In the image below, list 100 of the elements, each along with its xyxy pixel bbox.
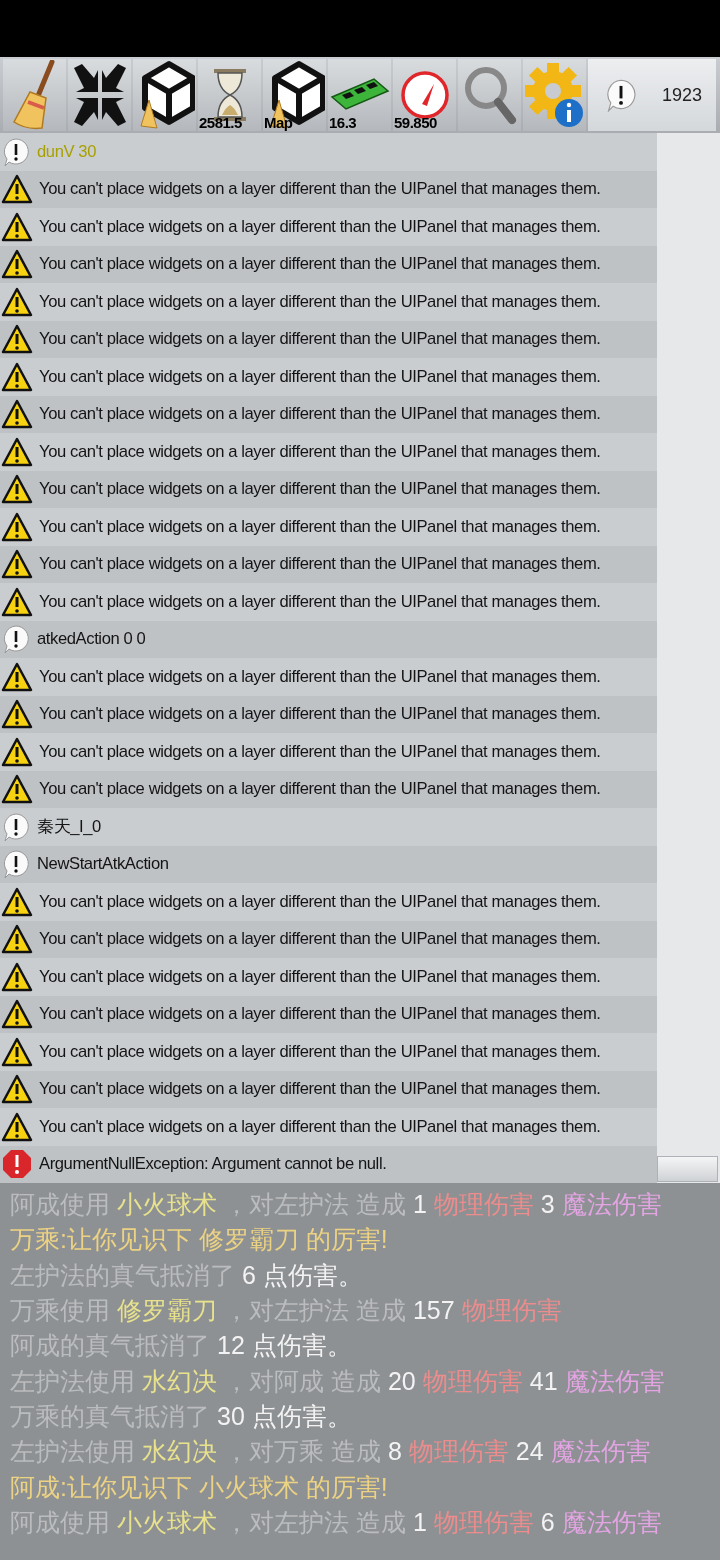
battle-log-text: 阿成:让你见识下 小火球术 的厉害! bbox=[10, 1471, 388, 1503]
battle-log-text: 41 bbox=[529, 1366, 558, 1396]
log-entry[interactable]: You can't place widgets on a layer different than the UIPanel that manages them. bbox=[0, 658, 657, 696]
message-count-button[interactable]: 1923 bbox=[588, 59, 716, 131]
log-message: 秦天_I_0 bbox=[37, 815, 101, 838]
battle-log-text: 万乘:让你见识下 修罗霸刀 的厉害! bbox=[10, 1224, 388, 1256]
log-message: You can't place widgets on a layer different than the UIPanel that manages them. bbox=[39, 254, 601, 275]
log-entry[interactable]: You can't place widgets on a layer different than the UIPanel that manages them. bbox=[0, 395, 657, 433]
warning-icon bbox=[1, 999, 33, 1030]
log-message: You can't place widgets on a layer different than the UIPanel that manages them. bbox=[39, 479, 601, 500]
battle-log-text: 30 点伤害。 bbox=[217, 1400, 352, 1432]
log-entry[interactable]: You can't place widgets on a layer different than the UIPanel that manages them. bbox=[0, 1033, 657, 1071]
settings-icon bbox=[524, 61, 585, 129]
info-bubble-icon bbox=[1, 849, 31, 880]
battle-log-text: 20 bbox=[387, 1366, 416, 1396]
log-message: You can't place widgets on a layer different than the UIPanel that manages them. bbox=[39, 591, 601, 612]
warning-icon bbox=[1, 286, 33, 317]
log-message: You can't place widgets on a layer different than the UIPanel that manages them. bbox=[39, 441, 601, 462]
log-entry[interactable]: You can't place widgets on a layer different than the UIPanel that manages them. bbox=[0, 170, 657, 208]
battle-log-text: 1 bbox=[412, 1190, 427, 1220]
log-entry[interactable]: You can't place widgets on a layer different than the UIPanel that manages them. bbox=[0, 1108, 657, 1146]
warning-icon bbox=[1, 211, 33, 242]
log-entry[interactable]: You can't place widgets on a layer different than the UIPanel that manages them. bbox=[0, 770, 657, 808]
log-entry[interactable]: You can't place widgets on a layer different than the UIPanel that manages them. bbox=[0, 733, 657, 771]
battle-log-text: 水幻决 bbox=[142, 1436, 217, 1468]
log-entry[interactable]: You can't place widgets on a layer different than the UIPanel that manages them. bbox=[0, 920, 657, 958]
log-entry[interactable]: You can't place widgets on a layer different than the UIPanel that manages them. bbox=[0, 583, 657, 621]
toolbar-value: 59.850 bbox=[394, 114, 437, 131]
log-entry[interactable]: NewStartAtkAction bbox=[0, 845, 657, 883]
info-bubble-icon bbox=[604, 78, 638, 112]
log-message: You can't place widgets on a layer different than the UIPanel that manages them. bbox=[39, 216, 601, 237]
log-message: atkedAction 0 0 bbox=[37, 629, 146, 650]
warning-icon bbox=[1, 174, 33, 205]
toolbar-button[interactable] bbox=[133, 59, 196, 131]
warning-icon bbox=[1, 1111, 33, 1142]
warning-icon bbox=[1, 324, 33, 355]
log-entry[interactable]: You can't place widgets on a layer different than the UIPanel that manages them. bbox=[0, 958, 657, 996]
toolbar-value: 16.3 bbox=[329, 114, 357, 131]
warning-icon bbox=[1, 736, 33, 767]
log-message: You can't place widgets on a layer different than the UIPanel that manages them. bbox=[39, 516, 601, 537]
battle-log-text: 物理伤害 bbox=[422, 1365, 523, 1397]
toolbar-button[interactable] bbox=[68, 59, 131, 131]
warning-icon bbox=[1, 399, 33, 430]
battle-log-text: 魔法伤害 bbox=[561, 1506, 662, 1538]
log-entry[interactable]: atkedAction 0 0 bbox=[0, 620, 657, 658]
log-entry[interactable]: You can't place widgets on a layer different than the UIPanel that manages them. bbox=[0, 883, 657, 921]
log-message: You can't place widgets on a layer different than the UIPanel that manages them. bbox=[39, 1041, 601, 1062]
log-message: You can't place widgets on a layer different than the UIPanel that manages them. bbox=[39, 666, 601, 687]
log-entry[interactable]: You can't place widgets on a layer different than the UIPanel that manages them. bbox=[0, 358, 657, 396]
log-entry[interactable]: You can't place widgets on a layer different than the UIPanel that manages them. bbox=[0, 245, 657, 283]
battle-log-text: 物理伤害 bbox=[433, 1189, 534, 1221]
log-message: You can't place widgets on a layer different than the UIPanel that manages them. bbox=[39, 554, 601, 575]
toolbar-button[interactable]: 59.850 bbox=[393, 59, 456, 131]
scrollbar-thumb[interactable] bbox=[657, 1156, 718, 1182]
battle-log-text: 小火球术 bbox=[117, 1189, 217, 1221]
log-message: You can't place widgets on a layer different than the UIPanel that manages them. bbox=[39, 1079, 601, 1100]
battle-log-text: 12 点伤害。 bbox=[217, 1330, 352, 1362]
log-entry[interactable]: 秦天_I_0 bbox=[0, 808, 657, 846]
log-entry[interactable]: You can't place widgets on a layer different than the UIPanel that manages them. bbox=[0, 1070, 657, 1108]
battle-log-text: 157 bbox=[412, 1296, 455, 1326]
battle-log-text: 物理伤害 bbox=[433, 1506, 534, 1538]
log-message: You can't place widgets on a layer different than the UIPanel that manages them. bbox=[39, 404, 601, 425]
log-message: You can't place widgets on a layer different than the UIPanel that manages them. bbox=[39, 779, 601, 800]
battle-log-text: 物理伤害 bbox=[461, 1295, 562, 1327]
battle-log-text: 1 bbox=[412, 1507, 427, 1537]
toolbar-button[interactable]: 16.3 bbox=[328, 59, 391, 131]
battle-log-text: 8 bbox=[387, 1437, 402, 1467]
toolbar-value: 2581.5 bbox=[199, 114, 242, 131]
toolbar-button[interactable]: Map bbox=[263, 59, 326, 131]
warning-icon bbox=[1, 661, 33, 692]
log-message: You can't place widgets on a layer different than the UIPanel that manages them. bbox=[39, 1116, 601, 1137]
warning-icon bbox=[1, 511, 33, 542]
log-entry[interactable]: You can't place widgets on a layer different than the UIPanel that manages them. bbox=[0, 320, 657, 358]
warning-icon bbox=[1, 699, 33, 730]
toolbar-value: Map bbox=[264, 114, 293, 131]
log-message: You can't place widgets on a layer different than the UIPanel that manages them. bbox=[39, 966, 601, 987]
log-entry[interactable]: ArgumentNullException: Argument cannot be null. bbox=[0, 1145, 657, 1183]
warning-icon bbox=[1, 549, 33, 580]
warning-icon bbox=[1, 924, 33, 955]
warning-icon bbox=[1, 774, 33, 805]
log-entry[interactable]: You can't place widgets on a layer different than the UIPanel that manages them. bbox=[0, 995, 657, 1033]
battle-log-text: 魔法伤害 bbox=[561, 1189, 662, 1221]
log-entry[interactable]: You can't place widgets on a layer different than the UIPanel that manages them. bbox=[0, 433, 657, 471]
warning-icon bbox=[1, 474, 33, 505]
warning-icon bbox=[1, 1074, 33, 1105]
battle-log-text: 3 bbox=[540, 1190, 555, 1220]
toolbar-button[interactable]: 2581.5 bbox=[198, 59, 261, 131]
log-entry[interactable]: You can't place widgets on a layer different than the UIPanel that manages them. bbox=[0, 208, 657, 246]
log-entry[interactable]: You can't place widgets on a layer different than the UIPanel that manages them. bbox=[0, 508, 657, 546]
battle-log-text: 魔法伤害 bbox=[564, 1365, 665, 1397]
warning-icon bbox=[1, 961, 33, 992]
log-message: You can't place widgets on a layer different than the UIPanel that manages them. bbox=[39, 329, 601, 350]
log-entry[interactable]: You can't place widgets on a layer different than the UIPanel that manages them. bbox=[0, 470, 657, 508]
log-entry[interactable]: You can't place widgets on a layer different than the UIPanel that manages them. bbox=[0, 545, 657, 583]
log-entry[interactable]: You can't place widgets on a layer different than the UIPanel that manages them. bbox=[0, 283, 657, 321]
battle-log-text: 24 bbox=[515, 1437, 544, 1467]
log-entry[interactable]: You can't place widgets on a layer different than the UIPanel that manages them. bbox=[0, 695, 657, 733]
log-message: You can't place widgets on a layer different than the UIPanel that manages them. bbox=[39, 704, 601, 725]
message-count: 1923 bbox=[661, 84, 702, 106]
warning-icon bbox=[1, 1036, 33, 1067]
